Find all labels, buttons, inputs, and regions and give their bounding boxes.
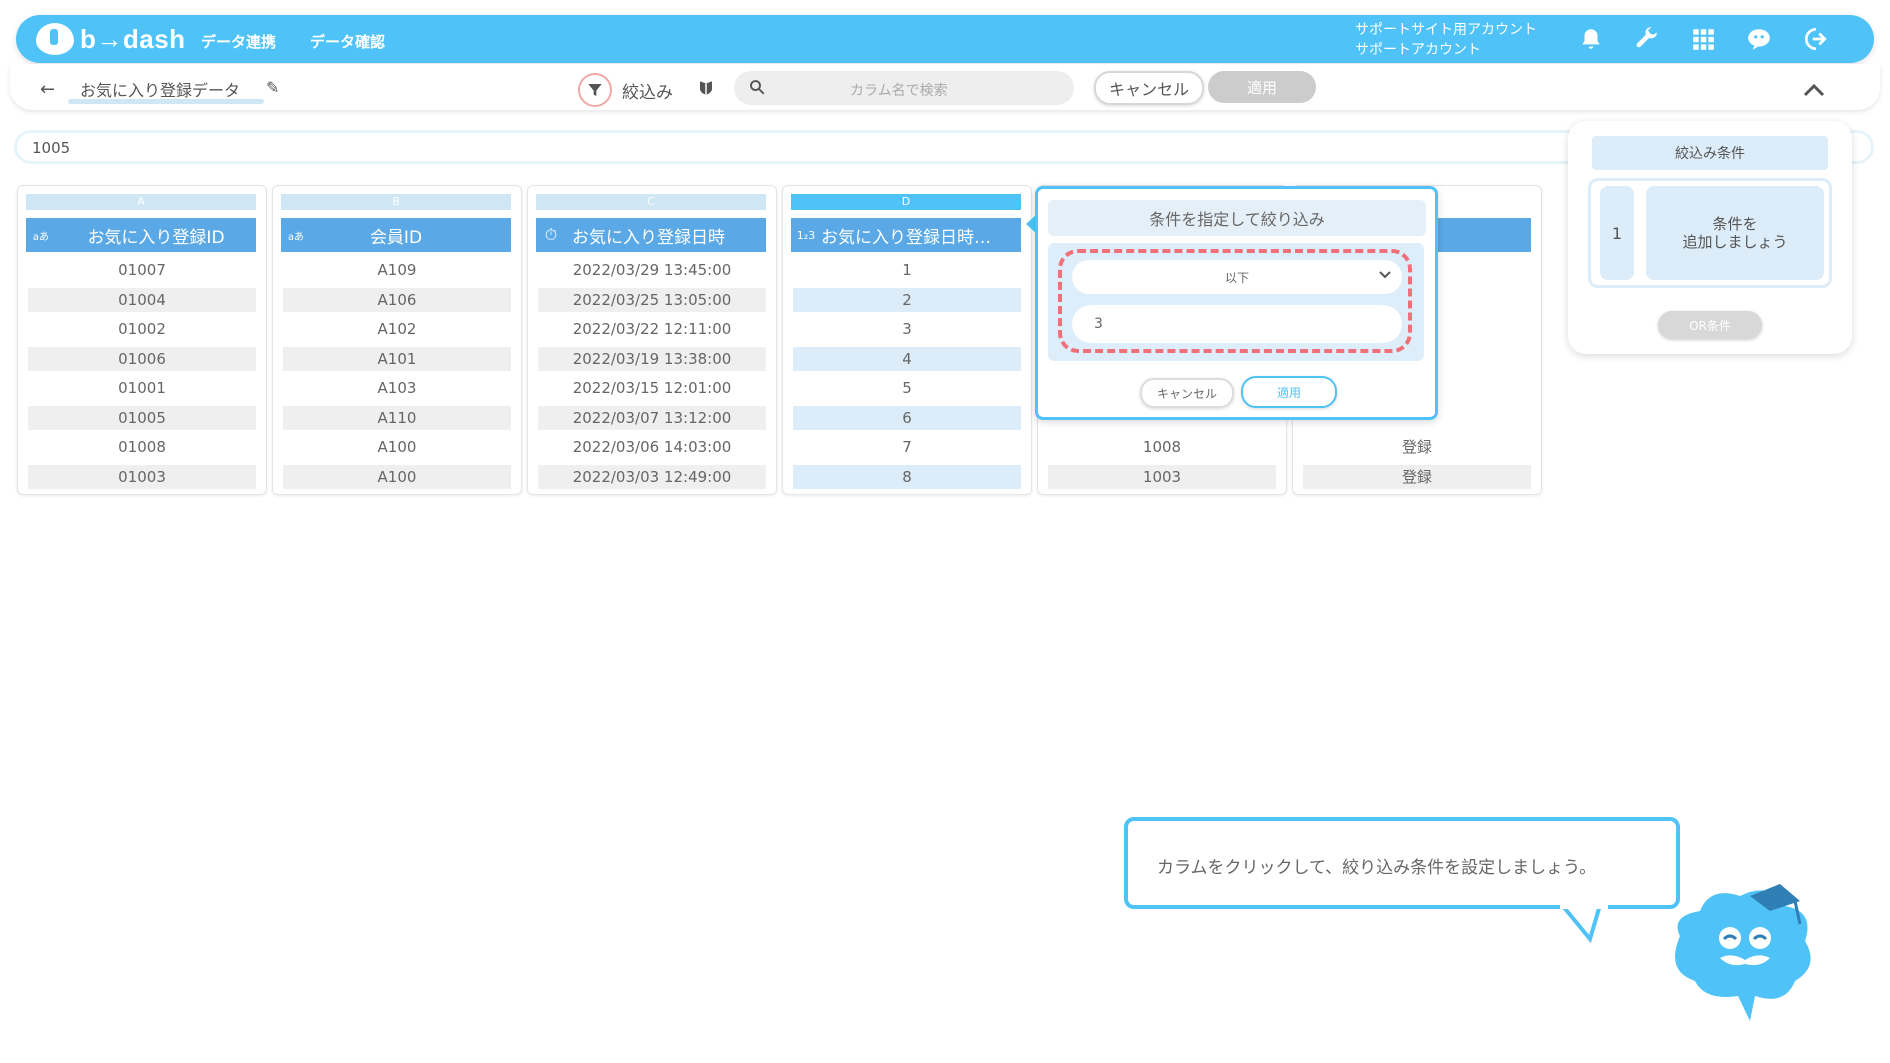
table-cell[interactable]: 8 [793,465,1021,489]
grid-icon[interactable] [1688,24,1718,54]
table-cell[interactable]: A106 [283,288,511,312]
column-header-label: 会員ID [369,227,423,248]
column-header[interactable]: aあ 会員ID [281,218,511,252]
text-type-icon: aあ [32,231,50,243]
page-title[interactable]: お気に入り登録データ [80,77,240,101]
bubble-tail [1560,905,1608,943]
pencil-icon[interactable]: ✎ [266,78,279,97]
table-cell[interactable]: 2 [793,288,1021,312]
table-cell[interactable]: 01001 [28,376,256,400]
column-letter: C [536,194,766,210]
bell-icon[interactable] [1576,24,1606,54]
nav-data-link[interactable]: データ連携 [201,31,276,52]
condition-placeholder-line2: 追加しましょう [1682,233,1788,251]
table-cell[interactable]: A110 [283,406,511,430]
table-cell[interactable]: 2022/03/19 13:38:00 [538,347,766,371]
table-cell[interactable]: 3 [793,317,1021,341]
table-cell[interactable]: A103 [283,376,511,400]
table-cell[interactable]: 登録 [1303,465,1531,489]
guide-message: カラムをクリックして、絞り込み条件を設定しましょう。 [1157,858,1597,878]
table-cell[interactable]: 4 [793,347,1021,371]
table-cell[interactable]: A100 [283,465,511,489]
logout-icon[interactable] [1800,24,1830,54]
chat-icon[interactable] [1744,24,1774,54]
search-icon [748,78,766,100]
table-cell[interactable]: 2022/03/07 13:12:00 [538,406,766,430]
shield-filter-icon[interactable] [697,78,715,103]
column-d[interactable]: D 1₂3 お気に入り登録日時… 1 2 3 4 5 6 7 8 [782,185,1032,495]
column-header[interactable]: ⏱ お気に入り登録日時 [536,218,766,252]
table-cell[interactable]: A101 [283,347,511,371]
table-cell[interactable]: 01007 [28,258,256,282]
column-letter: A [26,194,256,210]
filter-icon[interactable] [578,73,612,107]
table-cell[interactable]: A100 [283,435,511,459]
column-header-label: お気に入り登録ID [87,227,225,248]
table-cell[interactable]: 2022/03/25 13:05:00 [538,288,766,312]
table-cell[interactable]: 1003 [1048,465,1276,489]
table-cell[interactable]: 01008 [28,435,256,459]
search-placeholder: カラム名で検索 [850,83,948,99]
column-b[interactable]: B aあ 会員ID A109 A106 A102 A101 A103 A110 … [272,185,522,495]
nav-data-check[interactable]: データ確認 [310,31,385,52]
logo[interactable]: b→dash [36,21,186,57]
table-cell[interactable]: 2022/03/15 12:01:00 [538,376,766,400]
table-cell[interactable]: 01002 [28,317,256,341]
table-cell[interactable]: 2022/03/29 13:45:00 [538,258,766,282]
chevron-up-icon[interactable] [1803,78,1825,102]
column-a[interactable]: A aあ お気に入り登録ID 01007 01004 01002 01006 0… [17,185,267,495]
or-condition-button[interactable]: OR条件 [1658,311,1762,339]
column-letter: B [281,194,511,210]
number-type-icon: 1₂3 [796,228,816,242]
table-cell[interactable]: 01005 [28,406,256,430]
popup-title: 条件を指定して絞り込み [1048,200,1426,236]
cancel-button[interactable]: キャンセル [1094,71,1204,105]
table-cell[interactable]: 01003 [28,465,256,489]
popup-apply-button[interactable]: 適用 [1241,376,1337,408]
column-c[interactable]: C ⏱ お気に入り登録日時 2022/03/29 13:45:00 2022/0… [527,185,777,495]
table-cell[interactable]: A102 [283,317,511,341]
filter-panel-title: 絞込み条件 [1592,136,1828,170]
apply-button[interactable]: 適用 [1208,71,1316,103]
account-sub: サポートアカウント [1355,42,1481,58]
column-header-label: お気に入り登録日時 [572,227,725,248]
table-cell[interactable]: 2022/03/22 12:11:00 [538,317,766,341]
title-underline [68,99,264,104]
column-header[interactable]: 1₂3 お気に入り登録日時… [791,218,1021,252]
table-cell[interactable]: 登録 [1303,435,1531,459]
clock-icon: ⏱ [544,225,558,244]
wrench-icon[interactable] [1632,24,1662,54]
condition-placeholder[interactable]: 条件を 追加しましょう [1646,186,1824,280]
table-cell[interactable]: 1 [793,258,1021,282]
logo-text: b→dash [80,23,186,54]
condition-placeholder-line1: 条件を [1712,215,1758,233]
mascot-icon [1675,884,1811,1021]
filter-label: 絞込み [622,83,673,103]
column-letter: D [791,194,1021,210]
table-cell[interactable]: 01006 [28,347,256,371]
table-cell[interactable]: 7 [793,435,1021,459]
table-cell[interactable]: 6 [793,406,1021,430]
formula-value: 1005 [32,139,71,157]
account-info[interactable]: サポートサイト用アカウント サポートアカウント [1355,20,1537,60]
table-cell[interactable]: 01004 [28,288,256,312]
highlight-dashed-frame [1058,249,1412,353]
table-cell[interactable]: 5 [793,376,1021,400]
table-cell[interactable]: A109 [283,258,511,282]
table-cell[interactable]: 2022/03/03 12:49:00 [538,465,766,489]
text-type-icon: aあ [287,231,305,243]
column-header[interactable]: aあ お気に入り登録ID [26,218,256,252]
table-cell[interactable]: 2022/03/06 14:03:00 [538,435,766,459]
table-cell[interactable]: 1008 [1048,435,1276,459]
condition-index: 1 [1600,186,1634,280]
popup-cancel-button[interactable]: キャンセル [1140,378,1234,408]
column-header-label: お気に入り登録日時… [821,227,991,248]
account-name: サポートサイト用アカウント [1355,22,1537,38]
logo-bubble-icon [36,23,74,55]
back-arrow-icon[interactable]: ← [40,79,55,100]
